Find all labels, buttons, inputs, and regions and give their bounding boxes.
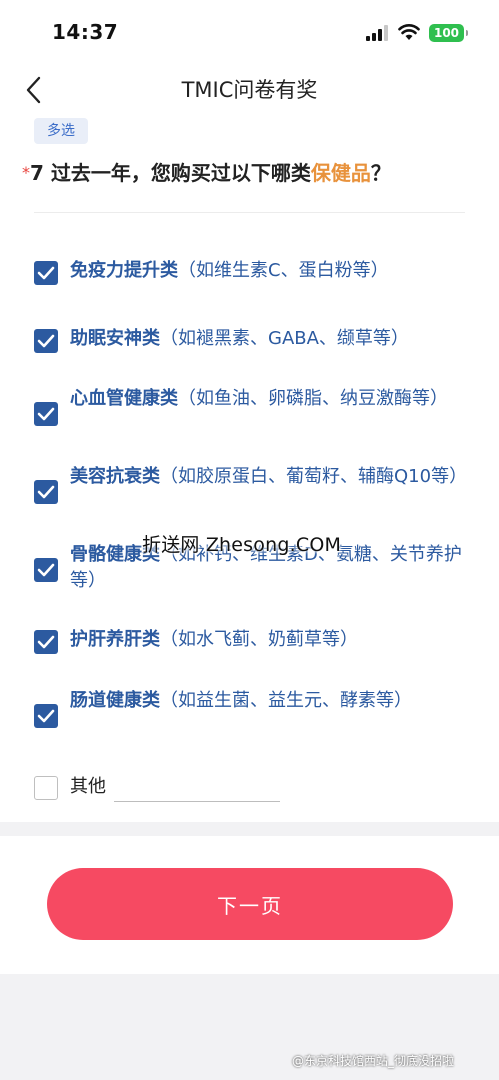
check-icon — [37, 485, 55, 499]
option-beauty[interactable]: 美容抗衰类（如胶原蛋白、葡萄籽、辅酶Q10等） — [34, 464, 474, 518]
check-icon — [37, 563, 55, 577]
checkbox-checked[interactable] — [34, 630, 58, 654]
option-label: 心血管健康类（如鱼油、卵磷脂、纳豆激酶等） — [70, 388, 448, 409]
option-label: 肠道健康类（如益生菌、益生元、酵素等） — [70, 690, 412, 711]
check-icon — [37, 266, 55, 280]
check-icon — [37, 635, 55, 649]
checkbox-checked[interactable] — [34, 402, 58, 426]
option-sleep[interactable]: 助眠安神类（如褪黑素、GABA、缬草等） — [34, 326, 474, 356]
check-icon — [37, 709, 55, 723]
option-cardiovascular[interactable]: 心血管健康类（如鱼油、卵磷脂、纳豆激酶等） — [34, 386, 474, 440]
checkbox-checked[interactable] — [34, 704, 58, 728]
option-immunity[interactable]: 免疫力提升类（如维生素C、蛋白粉等） — [34, 258, 474, 288]
option-label: 免疫力提升类（如维生素C、蛋白粉等） — [70, 260, 389, 281]
option-gut[interactable]: 肠道健康类（如益生菌、益生元、酵素等） — [34, 688, 474, 742]
other-label: 其他 — [70, 776, 106, 797]
option-label: 美容抗衰类（如胶原蛋白、葡萄籽、辅酶Q10等） — [70, 466, 468, 487]
question-title: *7 过去一年，您购买过以下哪类保健品？ — [22, 158, 482, 188]
checkbox-checked[interactable] — [34, 480, 58, 504]
multi-select-tag: 多选 — [34, 118, 88, 144]
checkbox-checked[interactable] — [34, 329, 58, 353]
status-time: 14:37 — [52, 20, 119, 44]
credit-watermark: @东京科技馆西站_彻底没招啦 — [292, 1054, 455, 1068]
wifi-icon — [398, 24, 420, 40]
cellular-signal-icon — [366, 25, 388, 41]
checkbox-checked[interactable] — [34, 261, 58, 285]
option-liver[interactable]: 护肝养肝类（如水飞蓟、奶蓟草等） — [34, 627, 474, 657]
option-other[interactable]: 其他 — [34, 774, 474, 804]
option-label: 护肝养肝类（如水飞蓟、奶蓟草等） — [70, 629, 358, 650]
battery-icon: 100 — [429, 24, 468, 42]
question-mark: ？ — [370, 161, 391, 185]
required-mark: * — [22, 163, 30, 182]
check-icon — [37, 407, 55, 421]
status-bar: 14:37 100 — [0, 0, 499, 60]
page-title: TMIC问卷有奖 — [181, 78, 318, 102]
footer-bar: 下一页 — [0, 836, 499, 974]
other-text-input[interactable] — [114, 774, 280, 802]
question-text: 7 过去一年，您购买过以下哪类 — [30, 161, 311, 185]
divider — [34, 212, 465, 213]
watermark: 折送网 Zhesong.COM — [142, 534, 342, 556]
next-page-button[interactable]: 下一页 — [47, 868, 453, 940]
check-icon — [37, 334, 55, 348]
checkbox-checked[interactable] — [34, 558, 58, 582]
checkbox-unchecked[interactable] — [34, 776, 58, 800]
option-label: 助眠安神类（如褪黑素、GABA、缬草等） — [70, 328, 409, 349]
question-highlight: 保健品 — [310, 161, 371, 185]
